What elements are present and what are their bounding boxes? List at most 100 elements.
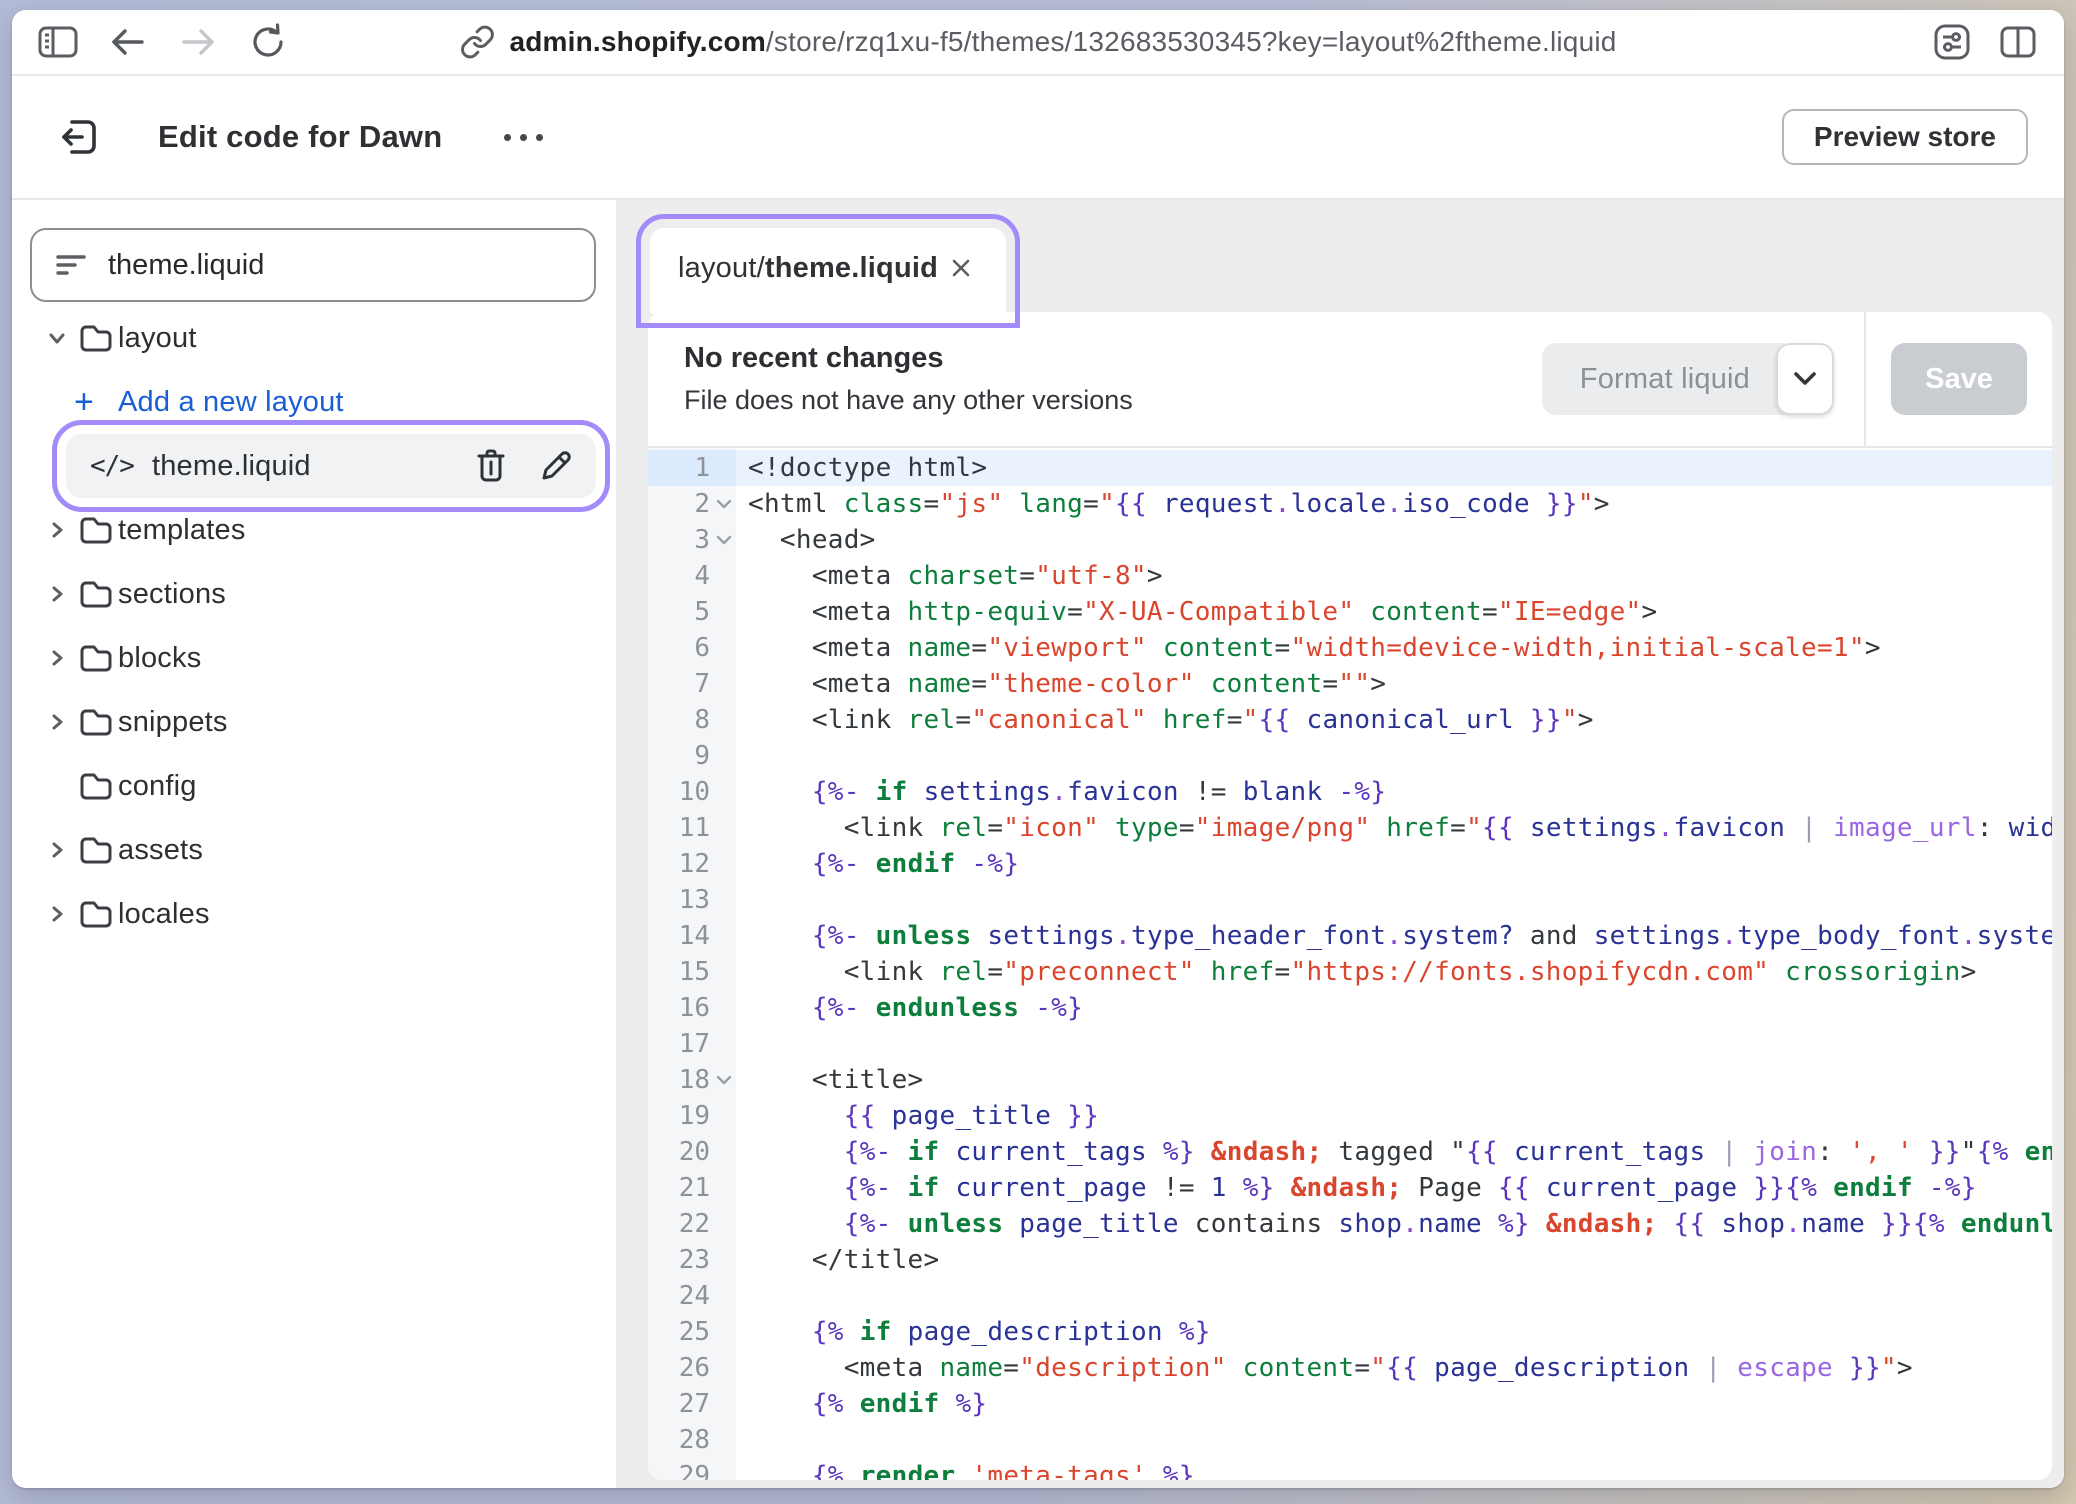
code-line[interactable]: <link rel="canonical" href="{{ canonical…: [736, 702, 2052, 738]
add-layout-label: Add a new layout: [118, 386, 344, 419]
code-line[interactable]: [736, 1026, 2052, 1062]
chevron-right-icon[interactable]: [40, 835, 74, 865]
format-liquid-button[interactable]: Format liquid: [1542, 343, 1784, 415]
code-line[interactable]: {{ page_title }}: [736, 1098, 2052, 1134]
line-number: 5: [648, 594, 736, 630]
format-liquid-split-button: Format liquid: [1542, 343, 1834, 415]
code-line[interactable]: [736, 882, 2052, 918]
selected-file-label: theme.liquid: [152, 450, 311, 483]
more-actions-icon[interactable]: [494, 124, 553, 151]
line-number: 26: [648, 1350, 736, 1386]
sidebar-item-config[interactable]: config: [12, 754, 616, 818]
chevron-right-icon[interactable]: [40, 579, 74, 609]
fold-chevron-icon[interactable]: [715, 498, 733, 510]
preview-store-button[interactable]: Preview store: [1782, 109, 2028, 165]
code-line[interactable]: {% render 'meta-tags' %}: [736, 1458, 2052, 1480]
code-line[interactable]: [736, 1422, 2052, 1458]
sidebar-item-add-a-new-layout[interactable]: +Add a new layout: [12, 370, 616, 434]
rename-file-icon[interactable]: [538, 448, 574, 484]
browser-window: admin.shopify.com/store/rzq1xu-f5/themes…: [12, 10, 2064, 1488]
code-line[interactable]: <link rel="icon" type="image/png" href="…: [736, 810, 2052, 846]
code-line[interactable]: {%- endif -%}: [736, 846, 2052, 882]
code-line[interactable]: <meta name="theme-color" content="">: [736, 666, 2052, 702]
code-line[interactable]: {%- if current_page != 1 %} &ndash; Page…: [736, 1170, 2052, 1206]
sidebar-item-label: layout: [118, 322, 197, 355]
line-number: 21: [648, 1170, 736, 1206]
sidebar-item-label: templates: [118, 514, 246, 547]
folder-icon: [74, 706, 118, 738]
line-number: 28: [648, 1422, 736, 1458]
code-line[interactable]: [736, 1278, 2052, 1314]
code-line[interactable]: <meta http-equiv="X-UA-Compatible" conte…: [736, 594, 2052, 630]
sidebar-item-snippets[interactable]: snippets: [12, 690, 616, 754]
search-input[interactable]: [108, 249, 572, 282]
code-line[interactable]: <html class="js" lang="{{ request.locale…: [736, 486, 2052, 522]
save-button[interactable]: Save: [1891, 343, 2027, 415]
line-number: 4: [648, 558, 736, 594]
code-line[interactable]: {%- unless page_title contains shop.name…: [736, 1206, 2052, 1242]
plus-icon: +: [74, 383, 118, 422]
code-line[interactable]: <head>: [736, 522, 2052, 558]
delete-file-icon[interactable]: [474, 448, 508, 484]
file-search-box[interactable]: [30, 228, 596, 302]
page-title: Edit code for Dawn: [158, 119, 442, 155]
link-icon: [459, 24, 495, 60]
chevron-right-icon[interactable]: [40, 515, 74, 545]
browser-settings-icon[interactable]: [1930, 20, 1974, 64]
sidebar-item-assets[interactable]: assets: [12, 818, 616, 882]
editor-main: layout/theme.liquid No recent changes Fi…: [618, 200, 2064, 1488]
filter-icon: [54, 251, 88, 279]
fold-chevron-icon[interactable]: [715, 1074, 733, 1086]
chevron-right-icon[interactable]: [40, 707, 74, 737]
chevron-right-icon[interactable]: [40, 899, 74, 929]
sidebar-item-label: config: [118, 770, 197, 803]
sidebar-item-layout[interactable]: layout: [12, 306, 616, 370]
code-line[interactable]: {%- endunless -%}: [736, 990, 2052, 1026]
line-number: 12: [648, 846, 736, 882]
code-line[interactable]: <link rel="preconnect" href="https://fon…: [736, 954, 2052, 990]
split-view-icon[interactable]: [1996, 20, 2040, 64]
exit-editor-icon[interactable]: [56, 114, 102, 160]
code-line[interactable]: <title>: [736, 1062, 2052, 1098]
code-line[interactable]: <!doctype html>: [736, 450, 2052, 486]
editor-toolbar: No recent changes File does not have any…: [648, 312, 2052, 448]
code-line[interactable]: {%- if settings.favicon != blank -%}: [736, 774, 2052, 810]
sidebar-item-theme-liquid[interactable]: </> theme.liquid: [12, 434, 616, 498]
sidebar-item-label: snippets: [118, 706, 228, 739]
code-file-icon: </>: [90, 451, 134, 481]
code-line[interactable]: {% endif %}: [736, 1386, 2052, 1422]
line-number: 15: [648, 954, 736, 990]
address-bar[interactable]: admin.shopify.com/store/rzq1xu-f5/themes…: [459, 24, 1616, 60]
reload-icon[interactable]: [246, 20, 290, 64]
line-number: 17: [648, 1026, 736, 1062]
sidebar-item-label: assets: [118, 834, 203, 867]
close-tab-icon[interactable]: [942, 249, 980, 287]
sidebar-item-label: locales: [118, 898, 210, 931]
code-line[interactable]: <meta name="viewport" content="width=dev…: [736, 630, 2052, 666]
code-line[interactable]: [736, 738, 2052, 774]
chevron-right-icon[interactable]: [40, 643, 74, 673]
code-line[interactable]: <meta name="description" content="{{ pag…: [736, 1350, 2052, 1386]
code-line[interactable]: <meta charset="utf-8">: [736, 558, 2052, 594]
format-options-chevron[interactable]: [1776, 343, 1834, 415]
code-editor[interactable]: 1234567891011121314151617181920212223242…: [648, 448, 2052, 1480]
code-line[interactable]: </title>: [736, 1242, 2052, 1278]
code-pane[interactable]: <!doctype html><html class="js" lang="{{…: [736, 448, 2052, 1480]
back-arrow-icon[interactable]: [106, 20, 150, 64]
code-line[interactable]: {% if page_description %}: [736, 1314, 2052, 1350]
sidebar-item-templates[interactable]: templates: [12, 498, 616, 562]
chevron-down-icon[interactable]: [40, 323, 74, 353]
tab-theme-liquid[interactable]: layout/theme.liquid: [650, 228, 1006, 314]
sidebar-item-blocks[interactable]: blocks: [12, 626, 616, 690]
sidebar-toggle-icon[interactable]: [36, 20, 80, 64]
line-number: 25: [648, 1314, 736, 1350]
code-line[interactable]: {%- if current_tags %} &ndash; tagged "{…: [736, 1134, 2052, 1170]
line-number: 10: [648, 774, 736, 810]
code-line[interactable]: {%- unless settings.type_header_font.sys…: [736, 918, 2052, 954]
sidebar-item-sections[interactable]: sections: [12, 562, 616, 626]
fold-chevron-icon[interactable]: [715, 534, 733, 546]
sidebar-item-locales[interactable]: locales: [12, 882, 616, 946]
forward-arrow-icon[interactable]: [176, 20, 220, 64]
line-number: 29: [648, 1458, 736, 1480]
selected-file-theme-liquid[interactable]: </> theme.liquid: [66, 434, 596, 498]
